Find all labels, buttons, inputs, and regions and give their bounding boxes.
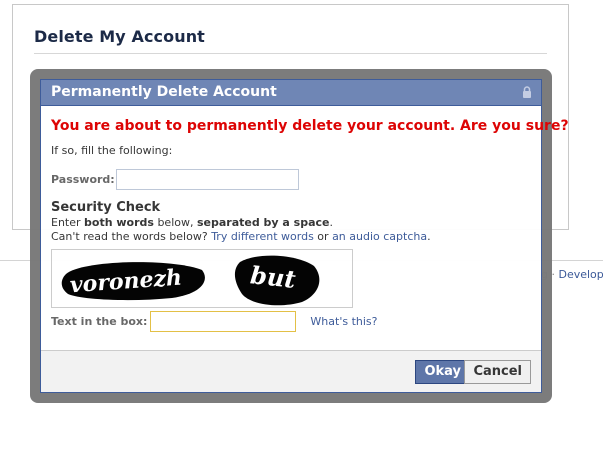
captcha-word-2: but — [249, 260, 297, 294]
instr-text: Enter — [51, 216, 85, 229]
okay-button[interactable]: Okay — [415, 360, 470, 384]
dialog-body: You are about to permanently delete your… — [41, 106, 569, 350]
title-divider — [34, 53, 547, 54]
delete-account-dialog: Permanently Delete Account You are about… — [40, 79, 569, 393]
cancel-button[interactable]: Cancel — [464, 360, 531, 384]
captcha-image: voronezh but — [51, 249, 353, 308]
dialog-overlay-frame: Permanently Delete Account You are about… — [30, 69, 569, 403]
dialog-header: Permanently Delete Account — [41, 80, 541, 106]
captcha-answer-row: Text in the box: What's this? — [51, 311, 531, 332]
captcha-answer-input[interactable] — [150, 311, 297, 332]
try-different-words-link[interactable]: Try different words — [211, 230, 314, 243]
instructions-text: If so, fill the following: — [51, 144, 173, 157]
security-check-instructions: Enter both words below, separated by a s… — [51, 216, 531, 229]
captcha-answer-label: Text in the box: — [51, 315, 148, 328]
captcha-alternatives: Can't read the words below? Try differen… — [51, 230, 531, 243]
instr-bold-separated: separated by a space — [196, 216, 330, 229]
page-title: Delete My Account — [34, 27, 205, 46]
footer-link-developers[interactable]: Developer — [558, 268, 603, 281]
captcha-graphic: voronezh but — [61, 255, 320, 306]
whats-this-link[interactable]: What's this? — [310, 315, 377, 328]
alt-text: or — [313, 230, 333, 243]
dialog-footer: Okay Cancel — [41, 350, 541, 392]
password-label: Password: — [51, 173, 115, 186]
alt-text: Can't read the words below? — [51, 230, 212, 243]
password-row: Password: — [51, 169, 531, 190]
instr-text: below, — [153, 216, 197, 229]
instr-bold-both-words: both words — [84, 216, 154, 229]
audio-captcha-link[interactable]: an audio captcha — [332, 230, 427, 243]
password-input[interactable] — [115, 169, 299, 190]
footer-separator: · — [551, 268, 555, 281]
lock-icon — [523, 86, 531, 98]
instr-text: . — [329, 216, 334, 229]
security-check-title: Security Check — [51, 200, 161, 215]
warning-message: You are about to permanently delete your… — [51, 118, 569, 134]
dialog-title: Permanently Delete Account — [51, 84, 277, 100]
alt-text: . — [427, 230, 431, 243]
